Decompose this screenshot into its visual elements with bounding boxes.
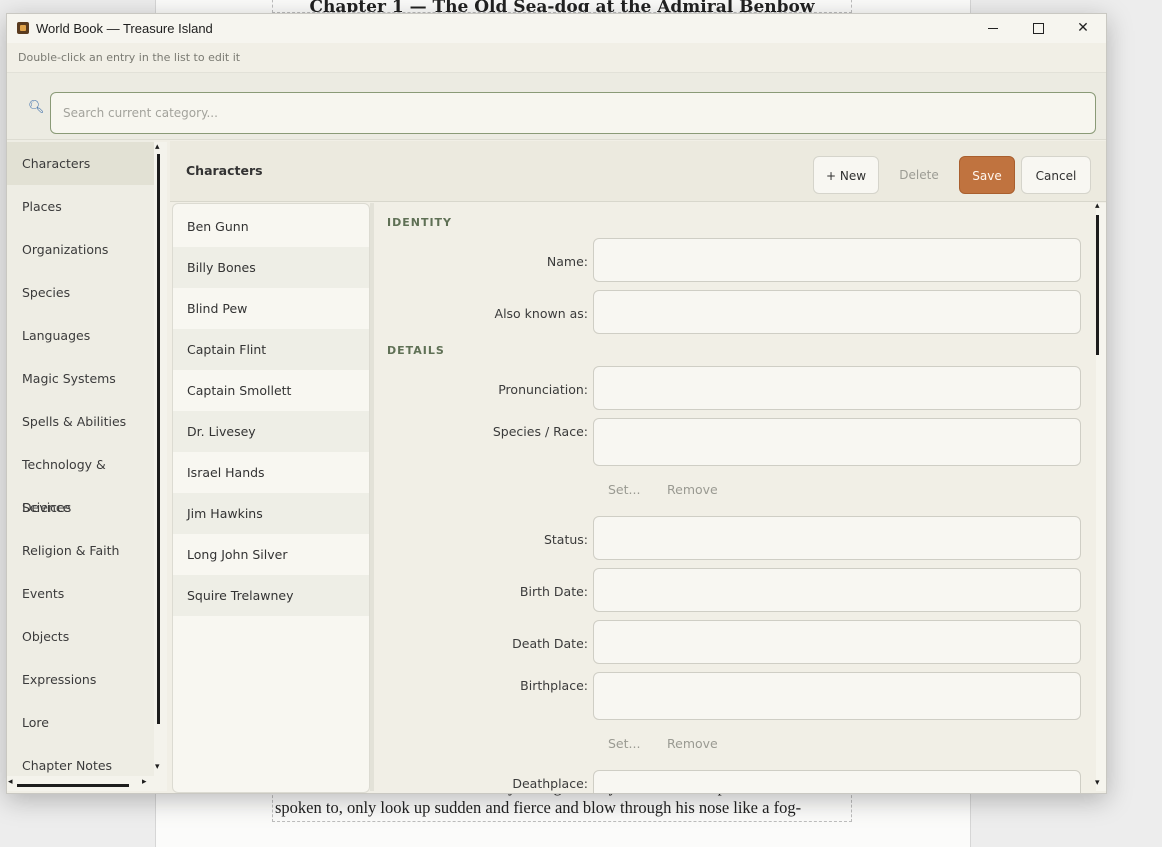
minimize-button[interactable] (970, 14, 1016, 43)
list-item[interactable]: Israel Hands (173, 452, 369, 493)
aka-field[interactable] (593, 290, 1081, 334)
new-entry-button[interactable]: + New (813, 156, 879, 194)
list-item[interactable]: Captain Smollett (173, 370, 369, 411)
birthplace-label: Birthplace: (520, 678, 588, 693)
birth-date-field[interactable] (593, 568, 1081, 612)
aka-label: Also known as: (494, 306, 588, 321)
category-item-organizations[interactable]: Organizations (7, 228, 154, 271)
list-item[interactable]: Blind Pew (173, 288, 369, 329)
search-input[interactable] (50, 92, 1096, 134)
deathplace-field[interactable] (593, 770, 1081, 793)
scroll-up-icon[interactable]: ▴ (1095, 201, 1100, 211)
death-date-field[interactable] (593, 620, 1081, 664)
chapter-title: Chapter 1 — The Old Sea-dog at the Admir… (272, 0, 852, 13)
scroll-left-icon[interactable]: ◂ (8, 777, 13, 787)
birth-date-label: Birth Date: (519, 584, 588, 599)
name-label: Name: (546, 254, 588, 269)
list-item[interactable]: Long John Silver (173, 534, 369, 575)
category-item-science[interactable]: Science (7, 486, 154, 529)
category-item-chapter-notes[interactable]: Chapter Notes (7, 744, 154, 780)
birthplace-set-button[interactable]: Set... (608, 736, 640, 751)
search-icon: 🔍︎ (28, 100, 45, 115)
scroll-down-icon[interactable]: ▾ (1095, 778, 1100, 788)
scrollbar-thumb[interactable] (157, 154, 160, 724)
minimize-icon (988, 27, 998, 29)
document-line: spoken to, only look up sudden and fierc… (275, 798, 802, 817)
category-item-places[interactable]: Places (7, 185, 154, 228)
app-icon (17, 22, 29, 34)
scrollbar-thumb[interactable] (1096, 215, 1099, 355)
panel-title: Characters (186, 163, 263, 178)
category-item-languages[interactable]: Languages (7, 314, 154, 357)
save-button[interactable]: Save (959, 156, 1015, 194)
birthplace-field[interactable] (593, 672, 1081, 720)
scroll-up-icon[interactable]: ▴ (155, 142, 160, 152)
list-item[interactable]: Dr. Livesey (173, 411, 369, 452)
list-item[interactable]: Jim Hawkins (173, 493, 369, 534)
section-heading-identity: IDENTITY (387, 216, 453, 229)
list-item[interactable]: Captain Flint (173, 329, 369, 370)
entry-list: Ben Gunn Billy Bones Blind Pew Captain F… (172, 203, 370, 793)
title-bar: World Book — Treasure Island ✕ (7, 14, 1106, 43)
category-item-characters[interactable]: Characters (7, 142, 154, 185)
species-label: Species / Race: (492, 424, 588, 439)
birthplace-remove-button[interactable]: Remove (667, 736, 718, 751)
maximize-icon (1032, 22, 1044, 34)
status-label: Status: (543, 532, 588, 547)
death-date-label: Death Date: (512, 636, 588, 651)
category-item-religion-faith[interactable]: Religion & Faith (7, 529, 154, 572)
maximize-button[interactable] (1015, 14, 1061, 43)
delete-button[interactable]: Delete (887, 156, 951, 194)
window-title: World Book — Treasure Island (36, 21, 213, 36)
category-item-events[interactable]: Events (7, 572, 154, 615)
pronunciation-field[interactable] (593, 366, 1081, 410)
category-item-species[interactable]: Species (7, 271, 154, 314)
category-horizontal-scrollbar[interactable]: ◂ ▸ (7, 776, 167, 791)
species-remove-button[interactable]: Remove (667, 482, 718, 497)
category-item-spells-abilities[interactable]: Spells & Abilities (7, 400, 154, 443)
list-item[interactable]: Ben Gunn (173, 206, 369, 247)
scroll-right-icon[interactable]: ▸ (142, 777, 147, 787)
species-field[interactable] (593, 418, 1081, 466)
list-item[interactable]: Billy Bones (173, 247, 369, 288)
pronunciation-label: Pronunciation: (498, 382, 588, 397)
scroll-down-icon[interactable]: ▾ (155, 762, 160, 772)
panel-header: Characters + New Delete Save Cancel (170, 141, 1106, 202)
category-vertical-scrollbar[interactable]: ▴ ▾ (154, 142, 167, 778)
search-bar: 🔍︎ (7, 72, 1106, 140)
cancel-button[interactable]: Cancel (1021, 156, 1091, 194)
deathplace-label: Deathplace: (512, 776, 588, 791)
category-item-technology-devices[interactable]: Technology & Devices (7, 443, 154, 515)
edit-hint: Double-click an entry in the list to edi… (18, 51, 241, 64)
category-sidebar: Characters Places Organizations Species … (7, 140, 154, 780)
splitter-handle[interactable] (370, 203, 374, 791)
category-item-objects[interactable]: Objects (7, 615, 154, 658)
close-icon: ✕ (1077, 20, 1089, 36)
entry-form: IDENTITY Name: Also known as: DETAILS Pr… (375, 203, 1096, 793)
scrollbar-thumb[interactable] (17, 784, 129, 787)
close-button[interactable]: ✕ (1060, 14, 1106, 43)
world-book-window: World Book — Treasure Island ✕ Double-cl… (6, 13, 1107, 794)
status-field[interactable] (593, 516, 1081, 560)
category-item-lore[interactable]: Lore (7, 701, 154, 744)
category-item-magic-systems[interactable]: Magic Systems (7, 357, 154, 400)
section-heading-details: DETAILS (387, 344, 445, 357)
form-vertical-scrollbar[interactable]: ▴ ▾ (1095, 201, 1106, 791)
species-set-button[interactable]: Set... (608, 482, 640, 497)
name-field[interactable] (593, 238, 1081, 282)
list-item[interactable]: Squire Trelawney (173, 575, 369, 616)
category-item-expressions[interactable]: Expressions (7, 658, 154, 701)
